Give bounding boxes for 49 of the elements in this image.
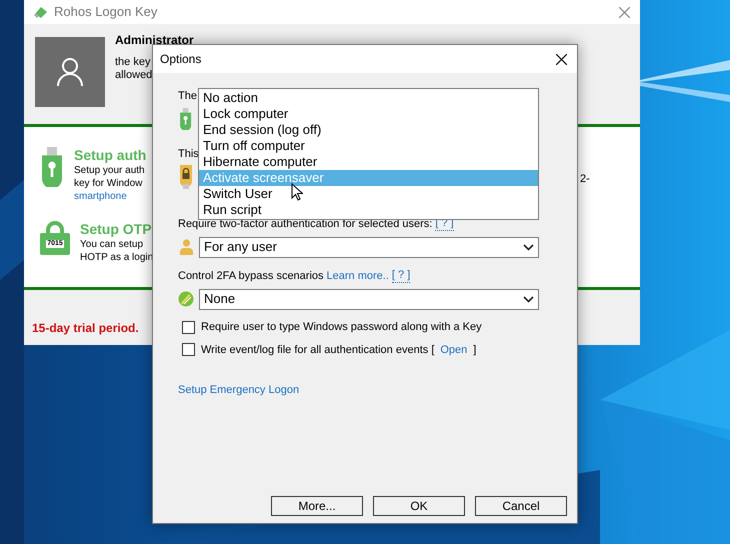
dialog-button[interactable]: OK [373,496,465,516]
lock-key-icon [179,165,193,189]
help-link[interactable]: [ ? ] [392,269,410,283]
user-silhouette-icon [56,57,84,87]
dialog-title: Options [160,51,202,68]
dropdown-option[interactable]: Lock computer [199,106,538,122]
dropdown-option[interactable]: Turn off computer [199,138,538,154]
checkbox-label: Write event/log file for all authentication events [ [201,342,434,358]
section-text: Setup your auth [74,164,145,177]
window-title: Rohos Logon Key [54,3,158,22]
checkbox-label: Require user to type Windows password along with a Key [201,320,482,335]
checkbox[interactable] [182,320,195,334]
section-text: You can setup [80,238,144,251]
dropdown-option[interactable]: End session (log off) [199,122,538,138]
dialog-button[interactable]: More... [271,496,363,516]
description-text: allowed [115,69,152,82]
usb-key-icon [40,147,64,187]
dropdown-option[interactable]: Switch User [199,186,538,202]
bypass-icon [178,291,194,307]
dropdown-option[interactable]: Run script [199,202,538,218]
dialog-button[interactable]: Cancel [475,496,567,516]
section-title: Setup OTP [80,221,152,238]
open-link[interactable]: Open [440,342,468,358]
checkbox[interactable] [182,343,195,356]
setting-label: This [178,147,199,161]
section-text: key for Window [74,177,142,190]
chevron-down-icon [523,244,534,250]
mouse-cursor-icon [291,183,303,201]
description-text: the key [115,56,150,69]
usb-stick-icon [34,6,48,18]
dropdown-option[interactable]: Hibernate computer [199,154,538,170]
description-text: 2- [580,172,590,187]
smartphone-link[interactable]: smartphone [74,190,127,203]
close-icon[interactable] [556,54,567,64]
learn-more-link[interactable]: Learn more.. [326,269,389,283]
dropdown[interactable]: For any user [199,236,539,258]
user-icon [180,239,192,255]
chevron-down-icon [523,296,534,302]
setting-label: Control 2FA bypass scenarios [178,269,324,283]
setting-label: The [178,89,197,103]
section-title: Setup auth [74,147,146,164]
checkbox-label: ] [473,342,476,358]
section-text: HOTP as a login [80,251,154,264]
dropdown[interactable]: None [199,288,539,310]
dropdown-option[interactable]: No action [199,90,538,106]
emergency-logon-link[interactable]: Setup Emergency Logon [178,382,300,398]
trial-notice: 15-day trial period. [32,321,139,335]
user-name: Administrator [115,34,194,47]
usb-key-icon [179,108,193,130]
